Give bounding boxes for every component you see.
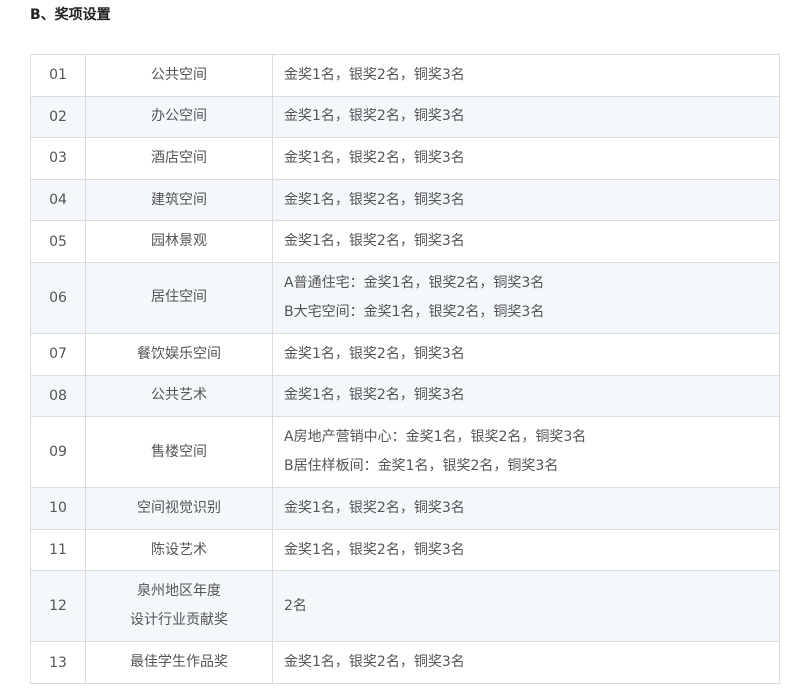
table-row: 04 建筑空间 金奖1名，银奖2名，铜奖3名: [30, 178, 780, 222]
table-row: 01 公共空间 金奖1名，银奖2名，铜奖3名: [30, 54, 780, 97]
awards-cell: 金奖1名，银奖2名，铜奖3名: [272, 641, 780, 684]
category-cell: 居住空间: [85, 261, 273, 334]
awards-cell: 金奖1名，银奖2名，铜奖3名: [272, 487, 780, 530]
row-number: 06: [30, 261, 86, 334]
section-title: B、奖项设置: [30, 7, 111, 23]
row-number: 02: [30, 95, 86, 139]
table-row: 06 居住空间 A普通住宅：金奖1名，银奖2名，铜奖3名 B大宅空间：金奖1名，银奖2…: [30, 261, 780, 334]
row-number: 04: [30, 178, 86, 222]
awards-table-body: 01 公共空间 金奖1名，银奖2名，铜奖3名 02 办公空间 金奖1名，银奖2名，铜奖3名…: [30, 54, 780, 684]
awards-cell: 金奖1名，银奖2名，铜奖3名: [272, 54, 780, 97]
award-text: 金奖1名，银奖2名，铜奖3名: [284, 387, 465, 404]
table-row: 03 酒店空间 金奖1名，银奖2名，铜奖3名: [30, 137, 780, 180]
category-cell: 酒店空间: [85, 137, 273, 180]
category-cell: 建筑空间: [85, 178, 273, 222]
category-name: 公共艺术: [151, 387, 207, 404]
award-text: 金奖1名，银奖2名，铜奖3名: [284, 233, 465, 250]
table-row: 10 空间视觉识别 金奖1名，银奖2名，铜奖3名: [30, 487, 780, 530]
category-cell: 空间视觉识别: [85, 487, 273, 530]
award-text: 金奖1名，银奖2名，铜奖3名: [284, 108, 465, 125]
category-cell: 公共空间: [85, 54, 273, 97]
category-name: 设计行业贡献奖: [130, 612, 228, 629]
category-cell: 餐饮娱乐空间: [85, 332, 273, 376]
awards-cell: 金奖1名，银奖2名，铜奖3名: [272, 95, 780, 139]
category-cell: 陈设艺术: [85, 528, 273, 572]
category-name: 空间视觉识别: [137, 499, 221, 516]
row-number: 09: [30, 416, 86, 489]
award-text: B居住样板间：金奖1名，银奖2名，铜奖3名: [284, 458, 559, 475]
awards-cell: 2名: [272, 570, 780, 643]
row-number: 10: [30, 487, 86, 530]
row-number: 01: [30, 54, 86, 97]
table-row: 09 售楼空间 A房地产营销中心：金奖1名，银奖2名，铜奖3名 B居住样板间：金奖1名…: [30, 416, 780, 489]
award-text: 金奖1名，银奖2名，铜奖3名: [284, 499, 465, 516]
category-cell: 办公空间: [85, 95, 273, 139]
award-text: 金奖1名，银奖2名，铜奖3名: [284, 191, 465, 208]
table-row: 07 餐饮娱乐空间 金奖1名，银奖2名，铜奖3名: [30, 332, 780, 376]
category-name: 最佳学生作品奖: [130, 654, 228, 671]
row-number: 03: [30, 137, 86, 180]
category-cell: 园林景观: [85, 220, 273, 263]
category-name: 售楼空间: [151, 443, 207, 460]
awards-cell: 金奖1名，银奖2名，铜奖3名: [272, 528, 780, 572]
awards-cell: 金奖1名，银奖2名，铜奖3名: [272, 332, 780, 376]
row-number: 05: [30, 220, 86, 263]
table-row: 11 陈设艺术 金奖1名，银奖2名，铜奖3名: [30, 528, 780, 572]
category-cell: 泉州地区年度 设计行业贡献奖: [85, 570, 273, 643]
category-cell: 公共艺术: [85, 374, 273, 418]
award-text: 2名: [284, 597, 307, 614]
award-text: 金奖1名，银奖2名，铜奖3名: [284, 66, 465, 83]
awards-cell: A普通住宅：金奖1名，银奖2名，铜奖3名 B大宅空间：金奖1名，银奖2名，铜奖3名: [272, 261, 780, 334]
category-name: 园林景观: [151, 233, 207, 250]
awards-cell: A房地产营销中心：金奖1名，银奖2名，铜奖3名 B居住样板间：金奖1名，银奖2名，…: [272, 416, 780, 489]
table-row: 02 办公空间 金奖1名，银奖2名，铜奖3名: [30, 95, 780, 139]
table-row: 08 公共艺术 金奖1名，银奖2名，铜奖3名: [30, 374, 780, 418]
table-row: 05 园林景观 金奖1名，银奖2名，铜奖3名: [30, 220, 780, 263]
row-number: 11: [30, 528, 86, 572]
row-number: 13: [30, 641, 86, 684]
awards-table: 01 公共空间 金奖1名，银奖2名，铜奖3名 02 办公空间 金奖1名，银奖2名，铜奖3名…: [30, 54, 780, 684]
award-text: B大宅空间：金奖1名，银奖2名，铜奖3名: [284, 303, 545, 320]
category-name: 陈设艺术: [151, 541, 207, 558]
awards-cell: 金奖1名，银奖2名，铜奖3名: [272, 137, 780, 180]
category-name: 办公空间: [151, 108, 207, 125]
award-text: 金奖1名，银奖2名，铜奖3名: [284, 149, 465, 166]
category-cell: 售楼空间: [85, 416, 273, 489]
award-text: 金奖1名，银奖2名，铜奖3名: [284, 345, 465, 362]
category-name: 酒店空间: [151, 149, 207, 166]
category-name: 居住空间: [151, 289, 207, 306]
award-text: A房地产营销中心：金奖1名，银奖2名，铜奖3名: [284, 429, 587, 446]
awards-cell: 金奖1名，银奖2名，铜奖3名: [272, 374, 780, 418]
category-name: 公共空间: [151, 66, 207, 83]
category-name: 建筑空间: [151, 191, 207, 208]
row-number: 08: [30, 374, 86, 418]
awards-cell: 金奖1名，银奖2名，铜奖3名: [272, 178, 780, 222]
category-cell: 最佳学生作品奖: [85, 641, 273, 684]
award-text: 金奖1名，银奖2名，铜奖3名: [284, 541, 465, 558]
row-number: 12: [30, 570, 86, 643]
award-text: A普通住宅：金奖1名，银奖2名，铜奖3名: [284, 274, 545, 291]
awards-cell: 金奖1名，银奖2名，铜奖3名: [272, 220, 780, 263]
category-name: 泉州地区年度: [137, 583, 221, 600]
row-number: 07: [30, 332, 86, 376]
category-name: 餐饮娱乐空间: [137, 345, 221, 362]
award-text: 金奖1名，银奖2名，铜奖3名: [284, 654, 465, 671]
table-row: 13 最佳学生作品奖 金奖1名，银奖2名，铜奖3名: [30, 641, 780, 684]
table-row: 12 泉州地区年度 设计行业贡献奖 2名: [30, 570, 780, 643]
